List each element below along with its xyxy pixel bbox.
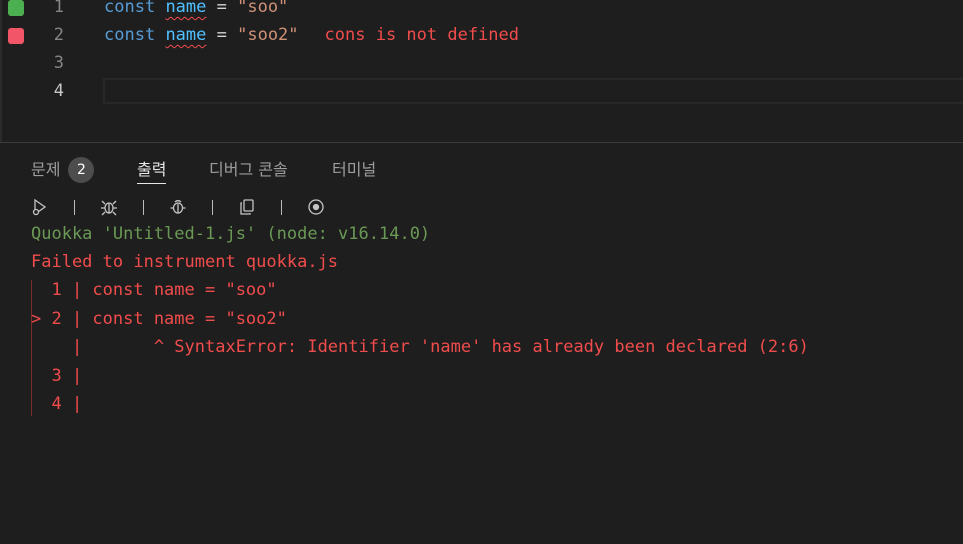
tab-terminal[interactable]: 터미널: [332, 157, 376, 183]
bottom-panel: 문제 2 출력 디버그 콘솔 터미널 Quokka 'Untitled-1.js…: [0, 142, 963, 544]
line-number: 1: [53, 0, 64, 17]
keyword-const: const: [104, 0, 156, 17]
instrument-error-line: Failed to instrument quokka.js: [31, 252, 339, 272]
line-number: 3: [53, 53, 64, 73]
code-frame-line-4: 4 |: [31, 394, 83, 414]
output-toolbar: [28, 195, 328, 219]
code-text[interactable]: const name = "soo": [104, 0, 288, 21]
code-frame-line-2: > 2 | const name = "soo2": [31, 309, 287, 329]
code-editor[interactable]: 1 const name = "soo" 2 const name = "soo…: [0, 0, 963, 142]
problems-count-badge: 2: [68, 157, 95, 183]
variable-name: name: [165, 0, 207, 17]
toolbar-separator: [74, 199, 75, 215]
toolbar-separator: [212, 199, 213, 215]
toolbar-separator: [143, 199, 144, 215]
quokka-error-marker: [8, 28, 24, 44]
editor-line-4[interactable]: 4: [0, 77, 963, 105]
tab-debug-console-label: 디버그 콘솔: [209, 160, 288, 179]
tab-output[interactable]: 출력: [137, 157, 167, 184]
debug-icon[interactable]: [97, 195, 121, 219]
operator: =: [206, 0, 238, 17]
bug-icon[interactable]: [166, 195, 190, 219]
editor-line-1[interactable]: 1 const name = "soo": [0, 0, 963, 21]
line-number: 2: [53, 25, 64, 45]
tab-terminal-label: 터미널: [332, 160, 377, 179]
code-frame-error-caret: | ^ SyntaxError: Identifier 'name' has a…: [31, 337, 809, 357]
tab-output-label: 출력: [137, 160, 167, 179]
copy-icon[interactable]: [235, 195, 259, 219]
tab-problems-label: 문제: [31, 160, 61, 179]
line-number-active: 4: [53, 81, 64, 101]
string-literal: "soo2": [237, 25, 299, 45]
tab-debug-console[interactable]: 디버그 콘솔: [209, 157, 288, 183]
inline-error-message: cons is not defined: [324, 25, 519, 45]
run-icon[interactable]: [28, 195, 52, 219]
stop-record-icon[interactable]: [304, 195, 328, 219]
editor-line-2[interactable]: 2 const name = "soo2" cons is not defined: [0, 21, 963, 49]
toolbar-separator: [281, 199, 282, 215]
operator: =: [206, 25, 238, 45]
code-frame-line-3: 3 |: [31, 366, 83, 386]
string-literal: "soo": [237, 0, 289, 17]
keyword-const: const: [104, 25, 156, 45]
tab-problems[interactable]: 문제 2: [31, 157, 95, 183]
quokka-header-line: Quokka 'Untitled-1.js' (node: v16.14.0): [31, 224, 431, 244]
editor-line-3[interactable]: 3: [0, 49, 963, 77]
code-frame-line-1: 1 | const name = "soo": [31, 280, 277, 300]
code-text[interactable]: const name = "soo2" cons is not defined: [104, 21, 519, 49]
variable-name: name: [165, 25, 207, 45]
quokka-success-marker: [8, 0, 24, 16]
